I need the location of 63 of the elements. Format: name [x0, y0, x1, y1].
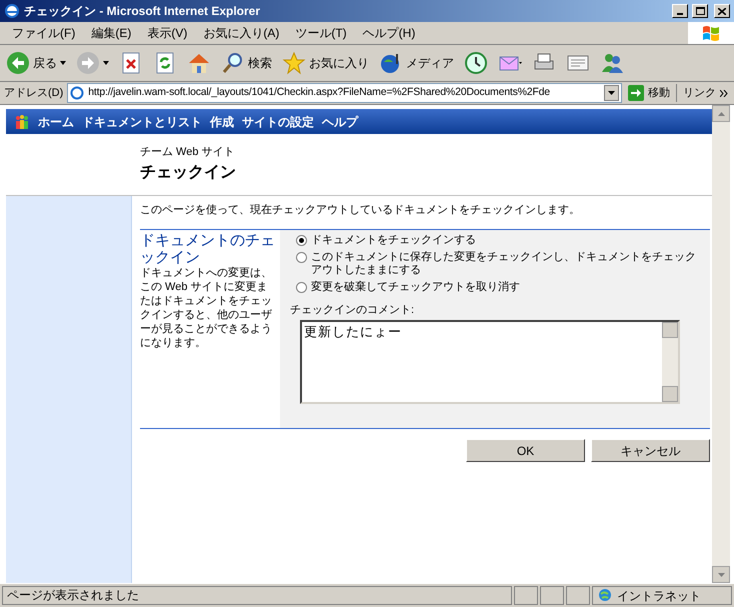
browser-icon	[4, 3, 20, 19]
links-button[interactable]: リンク	[681, 83, 730, 103]
radio-button[interactable]	[296, 282, 307, 292]
down-arrow-icon	[718, 572, 724, 576]
menu-item[interactable]: ヘルプ(H)	[354, 23, 424, 43]
radio-button[interactable]	[296, 234, 307, 246]
nav-link[interactable]: ヘルプ	[322, 112, 358, 130]
address-label: アドレス(D)	[4, 86, 64, 101]
star-icon	[282, 51, 306, 75]
menu-item[interactable]: ツール(T)	[287, 23, 355, 43]
caret-icon	[103, 61, 109, 65]
dialog-button[interactable]: キャンセル	[591, 439, 710, 462]
nav-link[interactable]: サイトの設定	[242, 112, 314, 130]
section-description: ドキュメントへの変更は、この Web サイトに変更またはドキュメントをチェックインすると、他のユーザーが見ることができるようになります。	[140, 266, 273, 350]
globe-icon	[597, 588, 613, 604]
up-arrow-icon	[718, 112, 724, 116]
status-pane	[540, 586, 564, 605]
people-icon	[14, 114, 30, 130]
radio-button[interactable]	[296, 252, 307, 262]
favorites-button[interactable]: お気に入り	[280, 47, 371, 79]
menu-item[interactable]: お気に入り(A)	[195, 23, 288, 43]
status-pane	[514, 586, 538, 605]
dropdown-icon[interactable]	[604, 85, 619, 101]
people-icon	[600, 51, 624, 75]
page-title: チェックイン	[140, 162, 237, 183]
option-label: ドキュメントをチェックインする	[311, 234, 476, 246]
scrollbar[interactable]	[662, 322, 678, 402]
window-title: チェックイン - Microsoft Internet Explorer	[24, 3, 262, 20]
scroll-down-button[interactable]	[712, 566, 730, 583]
site-name: チーム Web サイト	[140, 145, 236, 160]
go-button[interactable]: 移動	[626, 83, 672, 103]
search-button[interactable]: 検索	[219, 47, 274, 79]
section-title: ドキュメントのチェックイン	[140, 232, 276, 266]
flag-logo-icon	[702, 25, 720, 41]
comment-label: チェックインのコメント:	[290, 302, 416, 318]
caret-icon	[60, 61, 66, 65]
nav-link[interactable]: ホーム	[38, 112, 74, 130]
dialog-button[interactable]: OK	[466, 439, 585, 462]
zone-label: イントラネット	[617, 588, 701, 604]
search-icon	[221, 51, 245, 75]
menu-item[interactable]: 表示(V)	[139, 23, 196, 43]
maximize-button[interactable]	[692, 4, 708, 18]
comment-field[interactable]: 更新したにょー	[300, 320, 680, 404]
status-pane	[566, 586, 590, 605]
clock-icon	[464, 51, 488, 75]
address-field[interactable]: http://javelin.wam-soft.local/_layouts/1041/Checkin.aspx?FileName=%2FShared%20Documents%2Fde	[67, 83, 622, 103]
option-label: 変更を破棄してチェックアウトを取り消す	[311, 280, 520, 294]
menu-item[interactable]: ファイル(F)	[4, 23, 84, 43]
status-text: ページが表示されました	[2, 586, 512, 605]
back-button[interactable]: 戻る	[4, 47, 68, 79]
page-icon	[70, 86, 84, 100]
close-button[interactable]	[714, 4, 730, 18]
option-label: このドキュメントに保存した変更をチェックインし、ドキュメントをチェックアウトしたままにする	[311, 250, 697, 276]
close-icon	[718, 8, 726, 14]
home-icon	[187, 51, 211, 75]
chevron-icon	[720, 90, 728, 96]
address-text: http://javelin.wam-soft.local/_layouts/1041/Checkin.aspx?FileName=%2FShared%20Documents%2Fde	[88, 85, 551, 100]
nav-link[interactable]: 作成	[210, 112, 234, 130]
minimize-button[interactable]	[672, 4, 688, 18]
nav-link[interactable]: ドキュメントとリスト	[82, 112, 202, 130]
menu-item[interactable]: 編集(E)	[83, 23, 140, 43]
scroll-up-button[interactable]	[712, 105, 730, 122]
media-button[interactable]: メディア	[377, 47, 456, 79]
